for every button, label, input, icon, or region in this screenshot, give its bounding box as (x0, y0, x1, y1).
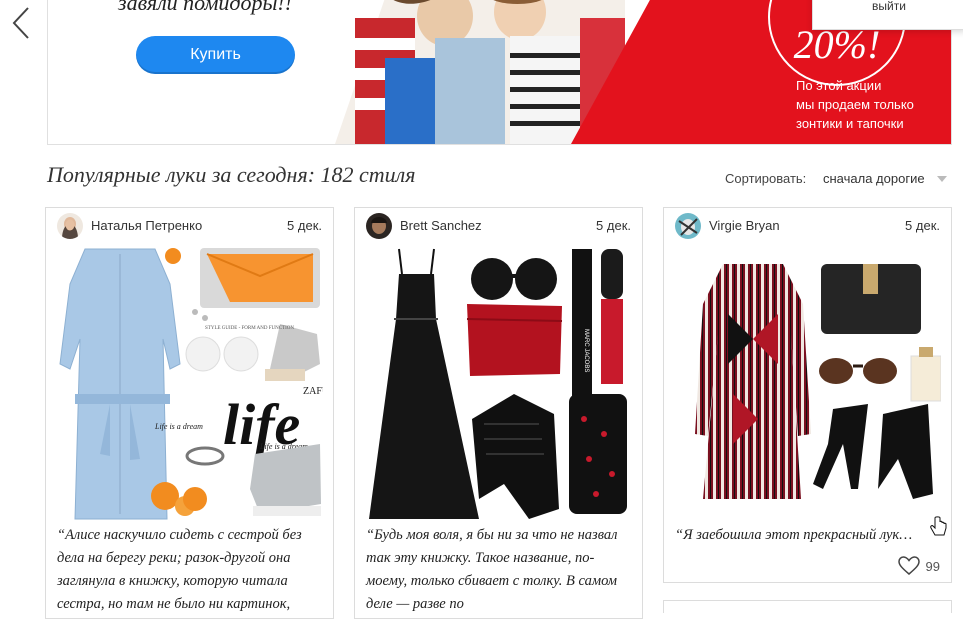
logout-menu-item[interactable]: выйти (812, 0, 963, 30)
svg-text:STYLE GUIDE - FORM AND FUNCTIO: STYLE GUIDE - FORM AND FUNCTION (205, 326, 294, 331)
outfit-collage-image[interactable] (673, 244, 941, 522)
look-description: “Я заебошила этот прекрасный лук… (675, 527, 913, 543)
avatar[interactable] (675, 213, 701, 239)
chevron-down-icon[interactable] (937, 176, 947, 182)
look-description: “Алисе наскучило сидеть с сестрой без де… (57, 527, 302, 612)
card-header: Наталья Петренко 5 дек. (46, 208, 333, 244)
hand-cursor-icon (930, 516, 947, 536)
sort-dropdown[interactable]: сначала дорогие (823, 171, 925, 186)
outfit-collage-image[interactable]: STYLE GUIDE - FORM AND FUNCTION ZAFUL li… (55, 244, 323, 522)
author-name[interactable]: Virgie Bryan (709, 218, 780, 233)
promo-line: зонтики и тапочки (796, 116, 904, 131)
look-card[interactable] (663, 600, 952, 613)
section-title: Популярные луки за сегодня: 182 стиля (47, 162, 416, 187)
collage-text: MARC JACOBS (583, 329, 589, 372)
look-description: “Будь моя воля, я бы ни за что не назвал… (366, 527, 618, 612)
banner-photo (335, 0, 625, 144)
post-date: 5 дек. (287, 218, 322, 233)
promo-line: мы продаем только (796, 97, 914, 112)
author-name[interactable]: Наталья Петренко (91, 218, 202, 233)
likes-count: 99 (925, 558, 940, 574)
collage-text: ZAFUL (303, 386, 323, 397)
look-card[interactable]: Brett Sanchez 5 дек. MARC JACOBS “Будь м… (354, 207, 643, 619)
buy-button[interactable]: Купить (136, 36, 295, 74)
avatar[interactable] (57, 213, 83, 239)
likes-counter[interactable]: 99 (897, 556, 940, 576)
look-card[interactable]: Virgie Bryan 5 дек. “Я заебошила этот пр… (663, 207, 952, 583)
card-header: Brett Sanchez 5 дек. (355, 208, 642, 244)
avatar[interactable] (366, 213, 392, 239)
collage-text: Life is a dream (154, 422, 203, 431)
promo-description: По этой акции мы продаем только зонтики … (796, 76, 914, 133)
promo-line: По этой акции (796, 78, 882, 93)
banner-headline: завяли помидоры!! (118, 0, 293, 15)
post-date: 5 дек. (905, 218, 940, 233)
author-name[interactable]: Brett Sanchez (400, 218, 482, 233)
card-header: Virgie Bryan 5 дек. (664, 208, 951, 244)
look-card[interactable]: Наталья Петренко 5 дек. STYLE GUIDE - FO… (45, 207, 334, 619)
heart-icon[interactable] (897, 556, 920, 576)
post-date: 5 дек. (596, 218, 631, 233)
outfit-collage-image[interactable]: MARC JACOBS (364, 244, 632, 522)
back-arrow-icon[interactable] (10, 6, 34, 40)
sort-label: Сортировать: (725, 171, 807, 186)
